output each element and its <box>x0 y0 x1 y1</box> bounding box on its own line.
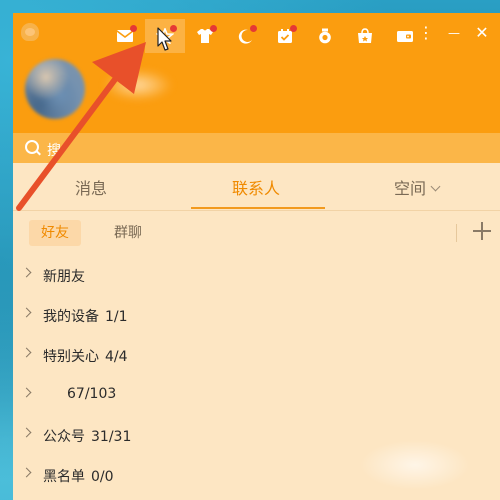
friend-group-row[interactable]: 新朋友 <box>13 254 500 294</box>
divider <box>456 224 457 242</box>
group-name: 新朋友 <box>43 269 85 285</box>
group-name: 我的设备 <box>43 309 99 325</box>
minimize-button[interactable]: — <box>445 23 463 43</box>
subtab-friends[interactable]: 好友 <box>29 220 81 246</box>
dress-up-button[interactable] <box>185 19 225 53</box>
chevron-right-icon <box>21 427 32 438</box>
user-nickname-blurred <box>103 69 173 101</box>
group-label: 特别关心 4/4 <box>43 346 128 366</box>
more-menu-icon[interactable]: ⋮ <box>417 23 435 43</box>
mail-button[interactable] <box>105 19 145 53</box>
group-count: 67/103 <box>67 386 117 402</box>
close-button[interactable]: ✕ <box>473 23 491 43</box>
group-name: 公众号 <box>43 429 85 445</box>
notification-badge <box>210 25 217 32</box>
top-toolbar <box>105 19 425 53</box>
main-tabs: 消息 联系人 空间 <box>13 163 500 211</box>
chevron-right-icon <box>21 267 32 278</box>
chevron-right-icon <box>21 347 32 358</box>
medal-icon <box>319 28 331 44</box>
group-label: 我的设备 1/1 <box>43 306 128 326</box>
calendar-button[interactable] <box>265 19 305 53</box>
group-count: 0/0 <box>91 469 114 485</box>
chevron-right-icon <box>21 387 32 398</box>
tab-messages[interactable]: 消息 <box>75 175 107 199</box>
group-label: 黑名单 0/0 <box>43 466 114 486</box>
group-count: 1/1 <box>105 309 128 325</box>
user-avatar[interactable] <box>25 59 85 119</box>
group-count: 4/4 <box>105 349 128 365</box>
group-count: 31/31 <box>91 429 132 445</box>
notification-badge <box>130 25 137 32</box>
gift-bag-icon <box>358 28 372 43</box>
notification-badge <box>170 25 177 32</box>
window-header: ⋮ — ✕ <box>13 13 500 133</box>
qq-main-window: ⋮ — ✕ 搜 消息 联系人 空间 好友 群聊 新朋友 我的设备 1/1 特别关心… <box>13 13 500 500</box>
tab-space[interactable]: 空间 <box>394 175 441 199</box>
wallet-icon <box>397 31 413 42</box>
group-label: 公众号 31/31 <box>43 426 131 446</box>
tab-contacts[interactable]: 联系人 <box>232 175 280 199</box>
contact-subtabs: 好友 群聊 <box>13 218 500 248</box>
group-name: 黑名单 <box>43 469 85 485</box>
friend-group-row[interactable]: 67/103 <box>13 374 500 414</box>
chevron-right-icon <box>21 467 32 478</box>
corner-glow <box>360 440 470 490</box>
group-label: 67/103 <box>61 386 116 402</box>
chevron-right-icon <box>21 307 32 318</box>
active-tab-indicator <box>191 207 325 209</box>
level-button[interactable] <box>305 19 345 53</box>
group-name: 特别关心 <box>43 349 99 365</box>
search-icon <box>25 140 39 154</box>
subtab-groups[interactable]: 群聊 <box>102 220 154 246</box>
vip-button[interactable] <box>345 19 385 53</box>
search-placeholder: 搜 <box>47 143 61 159</box>
night-mode-button[interactable] <box>225 19 265 53</box>
friend-group-row[interactable]: 特别关心 4/4 <box>13 334 500 374</box>
chevron-down-icon <box>430 181 441 192</box>
add-contact-button[interactable] <box>471 220 493 242</box>
search-bar[interactable]: 搜 <box>13 133 500 163</box>
group-label: 新朋友 <box>43 266 91 286</box>
notification-badge <box>250 25 257 32</box>
friend-group-row[interactable]: 我的设备 1/1 <box>13 294 500 334</box>
notification-badge <box>290 25 297 32</box>
qq-penguin-logo-icon <box>21 23 39 41</box>
tab-space-label: 空间 <box>394 179 427 198</box>
favorites-button[interactable] <box>145 19 185 53</box>
